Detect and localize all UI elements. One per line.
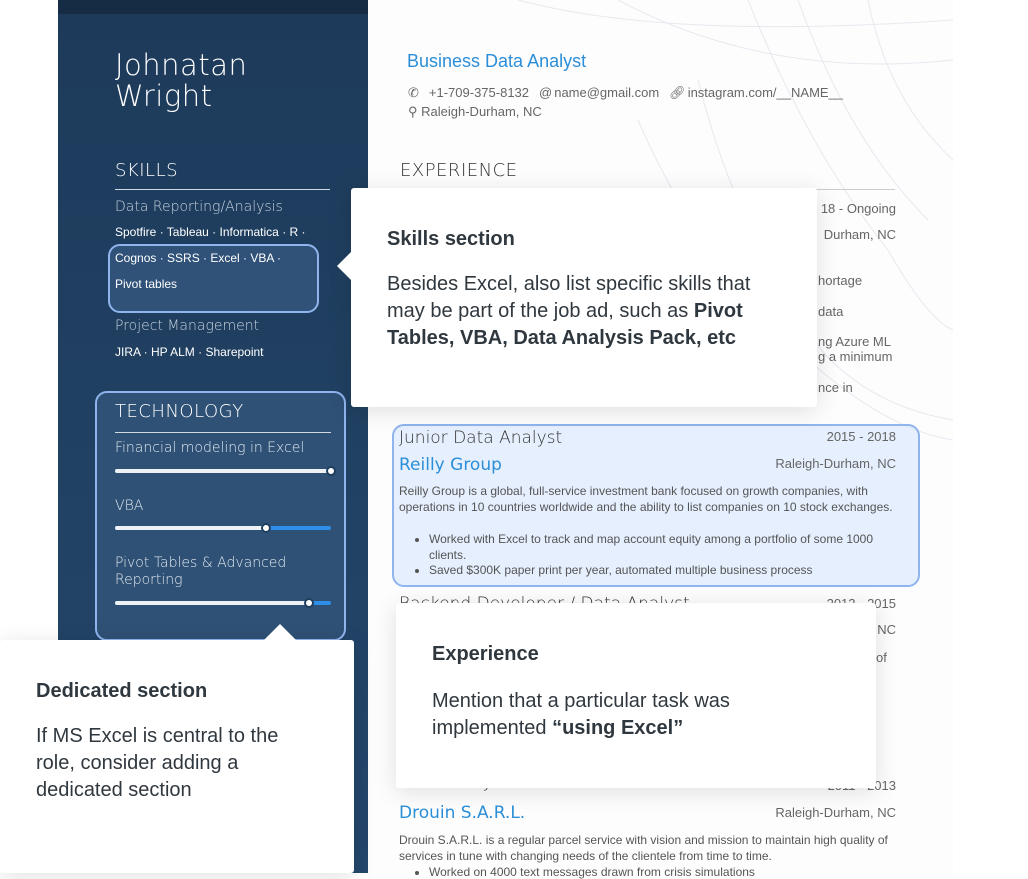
slider-fill <box>115 601 310 605</box>
callout-text: If MS Excel is central to the role, cons… <box>36 725 279 801</box>
experience-fragment: hortage <box>818 273 863 288</box>
experience-fragment: 18 - Ongoing <box>820 201 896 216</box>
callout-text: Mention that a particular task was imple… <box>432 690 730 739</box>
experience-fragment: g a minimum <box>818 349 893 364</box>
callout-text: Besides Excel, also list specific skills… <box>387 273 751 349</box>
skill-line: JIRA · HP ALM · Sharepoint <box>115 345 264 359</box>
link[interactable]: instagram.com/__NAME__ <box>688 85 843 101</box>
skill-group-title: Project Management <box>115 318 260 334</box>
callout-experience: Experience Mention that a particular tas… <box>396 603 876 788</box>
skills-heading: SKILLS <box>115 160 179 181</box>
job-bullets: Worked on 4000 text messages drawn from … <box>417 865 897 879</box>
phone-icon: ✆ <box>408 85 419 100</box>
skill-group-title: Data Reporting/Analysis <box>115 199 283 215</box>
skill-line: Cognos · SSRS · Excel · VBA · <box>115 251 282 265</box>
job-description: Reilly Group is a global, full-service i… <box>399 484 893 514</box>
candidate-name: Johnatan Wright <box>115 48 248 113</box>
phone: +1-709-375-8132 <box>428 85 530 100</box>
technology-heading: TECHNOLOGY <box>115 401 244 422</box>
technology-level-slider <box>115 523 331 533</box>
callout-title: Dedicated section <box>36 680 208 702</box>
technology-item-label: Financial modeling in Excel <box>115 440 305 456</box>
link-icon: 🔗︎ <box>669 85 686 100</box>
job-bullet: Worked with Excel to track and map accou… <box>429 532 897 563</box>
callout-dedicated: Dedicated section If MS Excel is central… <box>0 640 354 873</box>
experience-fragment: NC <box>877 622 896 637</box>
skills-rule <box>115 189 330 190</box>
skill-line: Pivot tables <box>115 277 178 291</box>
slider-knob <box>326 466 336 476</box>
experience-fragment: Durham, NC <box>823 227 896 242</box>
experience-fragment: data <box>818 304 844 319</box>
job-location: Raleigh-Durham, NC <box>775 456 896 471</box>
email[interactable]: name@gmail.com <box>554 85 659 101</box>
job-company: Drouin S.A.R.L. <box>399 803 526 823</box>
job-dates: 2015 - 2018 <box>826 429 896 444</box>
technology-item-label: VBA <box>115 498 144 514</box>
callout-title: Skills section <box>387 228 515 250</box>
callout-arrow <box>264 624 296 640</box>
experience-heading: EXPERIENCE <box>400 160 518 181</box>
technology-level-slider <box>115 466 336 476</box>
pin-icon: ⚲ <box>408 104 422 119</box>
experience-fragment: nce in <box>818 380 853 395</box>
skill-line: Spotfire · Tableau · Informatica · R · <box>115 225 306 239</box>
callout-title: Experience <box>432 643 539 665</box>
job-bullet: Saved $300K paper print per year, automa… <box>429 563 897 579</box>
job-location: Raleigh-Durham, NC <box>775 805 896 820</box>
job-company: Reilly Group <box>399 455 502 475</box>
experience-fragment: of <box>876 650 887 665</box>
technology-rule <box>115 432 331 433</box>
slider-fill <box>115 526 267 530</box>
callout-skills: Skills section Besides Excel, also list … <box>351 188 817 407</box>
technology-item-label: Pivot Tables & Advanced Reporting <box>115 555 287 588</box>
location-row: ⚲ Raleigh-Durham, NC <box>408 104 542 119</box>
job-bullets: Worked with Excel to track and map accou… <box>417 532 897 579</box>
technology-level-slider <box>115 598 331 608</box>
at-icon: @ <box>539 85 553 100</box>
callout-arrow <box>337 252 351 280</box>
job-title: Business Data Analyst <box>407 51 587 71</box>
sidebar-top-strip <box>58 0 368 14</box>
slider-fill <box>115 469 331 473</box>
job-bullet: Worked on 4000 text messages drawn from … <box>429 865 897 879</box>
contact-row: ✆ +1-709-375-8132 @ name@gmail.com 🔗︎ insta… <box>408 85 843 101</box>
job-role: Junior Data Analyst <box>399 428 563 448</box>
experience-fragment: ng Azure ML <box>818 334 891 349</box>
job-description: Drouin S.A.R.L. is a regular parcel serv… <box>399 833 888 863</box>
